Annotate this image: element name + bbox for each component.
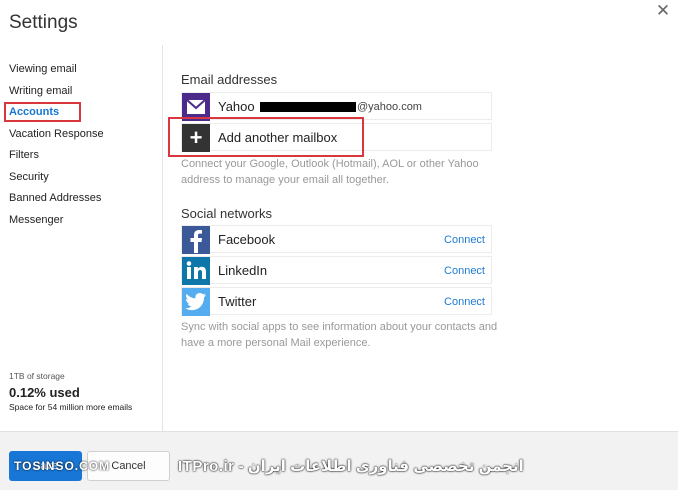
linkedin-row: LinkedIn Connect xyxy=(181,256,492,285)
sidebar-item-label: Vacation Response xyxy=(9,127,104,140)
email-helper-text: Connect your Google, Outlook (Hotmail), … xyxy=(181,158,479,186)
sidebar-item-label: Filters xyxy=(9,149,39,161)
sidebar-item-filters[interactable]: Filters xyxy=(0,145,162,167)
storage-space: Space for 54 million more emails xyxy=(9,402,133,412)
add-mailbox-label: Add another mailbox xyxy=(218,130,338,145)
sidebar-item-accounts[interactable]: Accounts xyxy=(0,102,162,124)
email-addresses-heading: Email addresses xyxy=(181,72,278,87)
sidebar-item-viewing-email[interactable]: Viewing email xyxy=(0,59,162,81)
linkedin-connect-link[interactable]: Connect xyxy=(444,257,485,285)
storage-capacity: 1TB of storage xyxy=(9,371,65,381)
close-icon[interactable]: ✕ xyxy=(654,2,672,20)
add-mailbox-row[interactable]: + Add another mailbox xyxy=(181,123,492,152)
facebook-connect-link[interactable]: Connect xyxy=(444,226,485,254)
sidebar-item-label: Security xyxy=(9,170,49,183)
yahoo-mail-icon xyxy=(182,93,210,121)
facebook-label: Facebook xyxy=(218,232,276,247)
sidebar-item-writing-email[interactable]: Writing email xyxy=(0,81,162,103)
linkedin-icon xyxy=(182,257,210,285)
dialog-title: Settings xyxy=(9,12,78,33)
yahoo-account-row[interactable]: Yahoo @yahoo.com xyxy=(181,92,492,121)
social-networks-heading: Social networks xyxy=(181,206,273,221)
sidebar-item-label: Messenger xyxy=(9,213,64,226)
settings-sidebar: Viewing email Writing email Accounts Vac… xyxy=(0,45,163,431)
storage-used: 0.12% used xyxy=(9,385,80,400)
sidebar-item-banned-addresses[interactable]: Banned Addresses xyxy=(0,188,162,210)
storage-info: 1TB of storage 0.12% used Space for 54 m… xyxy=(9,371,132,412)
settings-dialog: Settings ✕ Viewing email Writing email A… xyxy=(0,0,678,490)
yahoo-account-label: Yahoo xyxy=(218,99,255,114)
sidebar-item-vacation-response[interactable]: Vacation Response xyxy=(0,124,162,146)
sidebar-item-label: Accounts xyxy=(3,102,82,122)
redacted-email xyxy=(260,102,356,112)
twitter-icon xyxy=(182,288,210,316)
social-helper-text: Sync with social apps to see information… xyxy=(181,321,498,349)
sidebar-item-messenger[interactable]: Messenger xyxy=(0,210,162,232)
twitter-connect-link[interactable]: Connect xyxy=(444,288,485,316)
sidebar-item-security[interactable]: Security xyxy=(0,167,162,189)
sidebar-item-label: Viewing email xyxy=(9,63,77,75)
sidebar-item-label: Writing email xyxy=(9,84,73,97)
twitter-label: Twitter xyxy=(218,294,257,309)
plus-icon: + xyxy=(182,124,210,152)
sidebar-item-label: Banned Addresses xyxy=(9,192,102,204)
linkedin-label: LinkedIn xyxy=(218,263,268,278)
watermark-right: انجمن تخصصی فناوری اطلاعات ایران - ITPro… xyxy=(178,458,524,475)
facebook-icon xyxy=(182,226,210,254)
twitter-row: Twitter Connect xyxy=(181,287,492,316)
dialog-footer: Save Cancel TOSINSO.COM انجمن تخصصی فناو… xyxy=(0,431,678,490)
watermark-left: TOSINSO.COM xyxy=(14,459,111,473)
email-domain: @yahoo.com xyxy=(357,101,422,113)
accounts-panel: Email addresses Yahoo @yahoo.com + Add a… xyxy=(164,45,678,431)
facebook-row: Facebook Connect xyxy=(181,225,492,254)
settings-nav: Viewing email Writing email Accounts Vac… xyxy=(0,59,162,231)
